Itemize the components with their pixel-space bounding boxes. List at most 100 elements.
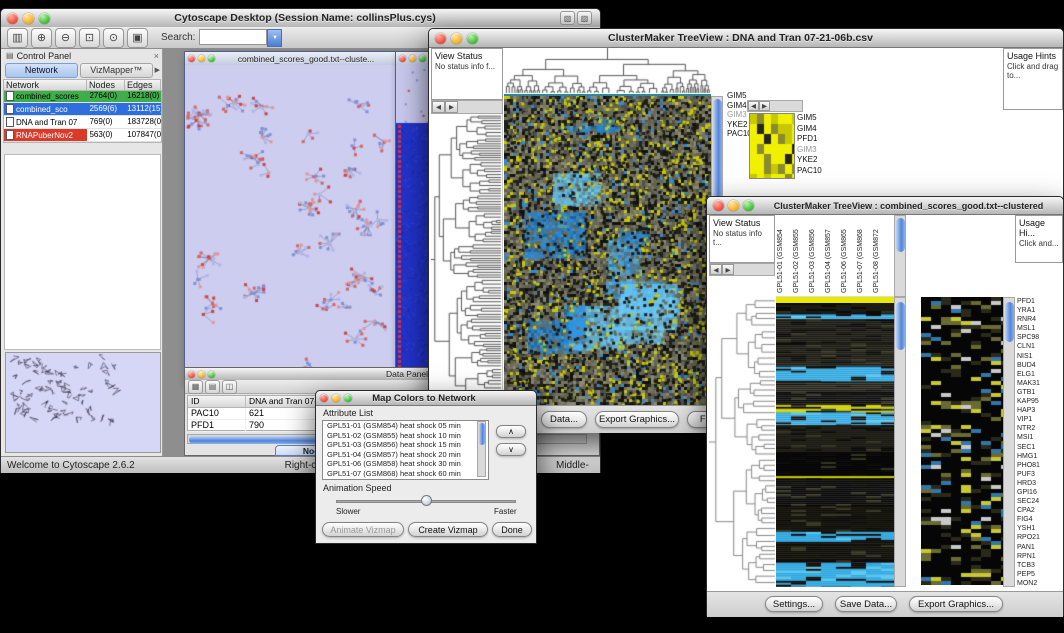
dna-summary-heatmap[interactable] (749, 113, 795, 179)
minimize-button[interactable] (332, 394, 340, 402)
tab-network[interactable]: Network (5, 63, 78, 78)
zoom-button[interactable] (419, 55, 426, 62)
combined-row-dendrogram[interactable] (709, 297, 776, 587)
close-button[interactable] (713, 200, 724, 211)
gene-label: MON2 (1017, 579, 1063, 588)
treeview-dna-titlebar[interactable]: ClusterMaker TreeView : DNA and Tran 07-… (429, 29, 1063, 48)
export-graphics-button[interactable]: Export Graphics... (909, 596, 1003, 612)
data-panel-icon[interactable]: ▦ (188, 380, 203, 394)
export-graphics-button[interactable]: Export Graphics... (595, 411, 679, 428)
cytopanel-south-icon[interactable]: ▨ (577, 11, 592, 25)
zoom-button[interactable] (467, 33, 478, 44)
panel-close-icon[interactable]: × (154, 51, 159, 61)
data-button[interactable]: Data... (541, 411, 587, 428)
usage-hints-title: Usage Hi... (1019, 218, 1059, 238)
animation-speed-slider[interactable] (336, 495, 516, 507)
settings-button[interactable]: Settings... (765, 596, 823, 612)
scroll-right-icon[interactable]: ▶ (722, 264, 734, 275)
done-button[interactable]: Done (492, 522, 532, 537)
search-input[interactable] (199, 29, 267, 45)
data-col-id[interactable]: ID (188, 396, 246, 407)
search-dropdown-icon[interactable]: ▼ (267, 29, 282, 47)
minimize-button[interactable] (409, 55, 416, 62)
zoom-button[interactable] (344, 394, 352, 402)
dna-left-hscrollbar[interactable]: ◀ ▶ (431, 100, 503, 114)
tab-overflow-icon[interactable]: ▶ (155, 66, 160, 74)
combined-vscrollbar[interactable] (894, 297, 906, 587)
attribute-item[interactable]: GPL51-01 (GSM854) heat shock 05 min (325, 421, 488, 431)
toolbar-icon[interactable]: ⊖ (55, 28, 76, 48)
zoom-button[interactable] (743, 200, 754, 211)
zoom-button[interactable] (208, 55, 215, 62)
minimize-button[interactable] (728, 200, 739, 211)
combined-right-vscrollbar[interactable] (1003, 297, 1015, 587)
attribute-item[interactable]: GPL51-03 (GSM856) heat shock 15 min (325, 440, 488, 450)
close-button[interactable] (435, 33, 446, 44)
toolbar-icon[interactable]: ▥ (7, 28, 28, 48)
combined-hscrollbar[interactable]: ◀ ▶ (709, 263, 775, 276)
map-dialog-titlebar[interactable]: Map Colors to Network (316, 391, 536, 406)
animate-vizmap-button[interactable]: Animate Vizmap (322, 522, 404, 537)
combined-collabel-vscrollbar[interactable] (894, 215, 906, 297)
vscroll-thumb[interactable] (896, 302, 905, 350)
close-button[interactable] (7, 13, 18, 24)
scroll-left-icon[interactable]: ◀ (432, 101, 445, 113)
attribute-item[interactable]: GPL51-06 (GSM858) heat shock 30 min (325, 459, 488, 469)
attribute-list-scrollbar[interactable] (477, 421, 486, 477)
toolbar-icon[interactable]: ▣ (127, 28, 148, 48)
close-button[interactable] (188, 371, 195, 378)
scroll-left-icon[interactable]: ◀ (710, 264, 722, 275)
combined-heatmap[interactable] (776, 303, 894, 587)
toolbar-icon[interactable]: ⊕ (31, 28, 52, 48)
toolbar-icon[interactable]: ⊙ (103, 28, 124, 48)
minimize-button[interactable] (23, 13, 34, 24)
vscroll-thumb[interactable] (896, 218, 905, 252)
attribute-list[interactable]: GPL51-01 (GSM854) heat shock 05 minGPL51… (322, 420, 489, 480)
slider-thumb[interactable] (421, 495, 432, 506)
combined-gene-list: PFD1YRA1RNR4MSL1SPC98CLN1NIS1BUD4ELG1MAK… (1017, 297, 1063, 589)
network-list-row[interactable]: RNAPuberNov2 563(0) 107847(0) (4, 129, 161, 142)
zoom-button[interactable] (39, 13, 50, 24)
move-up-button[interactable]: ∧ (496, 425, 526, 438)
cytopanel-east-icon[interactable]: ▧ (560, 11, 575, 25)
move-down-button[interactable]: ∨ (496, 443, 526, 456)
network-list-row[interactable]: combined_sco 2569(6) 13112(15) (4, 103, 161, 116)
attribute-item[interactable]: GPL51-04 (GSM857) heat shock 20 min (325, 450, 488, 460)
vscroll-thumb[interactable] (1005, 302, 1014, 342)
main-titlebar[interactable]: Cytoscape Desktop (Session Name: collins… (1, 9, 600, 28)
network-view-titlebar[interactable]: combined_scores_good.txt--cluste... (185, 52, 397, 66)
gene-label: PFD1 (1017, 297, 1063, 306)
treeview-combined-titlebar[interactable]: ClusterMaker TreeView : combined_scores_… (707, 197, 1063, 215)
minimize-button[interactable] (198, 55, 205, 62)
close-button[interactable] (188, 55, 195, 62)
tab-vizmapper[interactable]: VizMapper™ (80, 63, 153, 78)
zoom-button[interactable] (208, 371, 215, 378)
dna-row-dendrogram[interactable] (431, 114, 503, 405)
attribute-item[interactable]: GPL51-07 (GSM868) heat shock 60 min (325, 469, 488, 479)
network-overview-canvas[interactable] (6, 353, 160, 452)
data-panel-icon[interactable]: ◫ (222, 380, 237, 394)
close-button[interactable] (320, 394, 328, 402)
close-button[interactable] (399, 55, 406, 62)
attribute-item[interactable]: GPL51-02 (GSM855) heat shock 10 min (325, 431, 488, 441)
dna-mid-hscrollbar[interactable]: ◀ ▶ (747, 100, 803, 112)
create-vizmap-button[interactable]: Create Vizmap (408, 522, 488, 537)
dna-column-dendrogram[interactable] (504, 48, 711, 96)
scroll-left-icon[interactable]: ◀ (748, 101, 759, 111)
save-data-button[interactable]: Save Data... (835, 596, 897, 612)
vscroll-thumb[interactable] (479, 423, 485, 445)
toolbar-icon[interactable]: ⊡ (79, 28, 100, 48)
network-edges: 107847(0) (125, 129, 161, 141)
dna-heatmap[interactable] (504, 96, 711, 405)
network-graph-canvas[interactable] (185, 65, 397, 382)
network-list-row[interactable]: combined_scores 2764(0) 16218(0) (4, 90, 161, 103)
combined-right-heatmap[interactable] (921, 297, 1003, 585)
scroll-right-icon[interactable]: ▶ (445, 101, 458, 113)
minimize-button[interactable] (451, 33, 462, 44)
minimize-button[interactable] (198, 371, 205, 378)
network-overview[interactable] (5, 352, 161, 453)
data-panel-icon[interactable]: ▤ (205, 380, 220, 394)
network-list-row[interactable]: DNA and Tran 07 769(0) 183728(0) (4, 116, 161, 129)
gene-label: RNR4 (1017, 315, 1063, 324)
scroll-right-icon[interactable]: ▶ (759, 101, 770, 111)
